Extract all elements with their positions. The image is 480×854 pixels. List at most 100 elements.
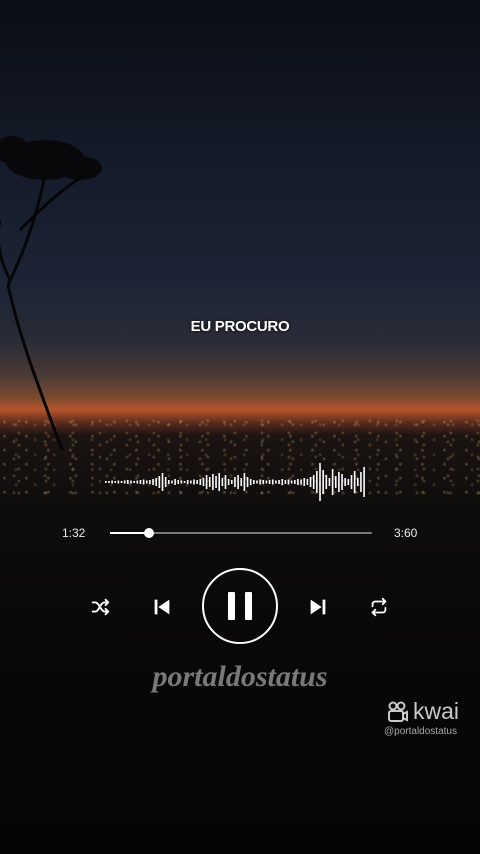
waveform-bar [268, 480, 271, 484]
waveform-bar [275, 480, 277, 484]
progress-slider[interactable] [110, 528, 372, 538]
waveform-bar [218, 473, 220, 491]
kwai-logo: kwai [386, 698, 459, 725]
waveform-bar [130, 480, 132, 484]
repeat-icon [371, 597, 387, 617]
waveform-bar [297, 479, 299, 485]
waveform-bar [202, 478, 205, 486]
shuffle-button[interactable] [88, 595, 112, 619]
waveform-bar [338, 472, 340, 492]
waveform-bar [114, 481, 117, 483]
waveform-bar [193, 479, 195, 485]
waveform-bar [306, 479, 309, 485]
waveform-bar [265, 480, 268, 484]
waveform-bar [357, 478, 359, 486]
waveform-bar [145, 480, 148, 484]
waveform-bar [259, 479, 261, 485]
waveform-bar [303, 478, 306, 486]
audio-waveform [105, 463, 365, 501]
waveform-bar [155, 478, 157, 486]
lyric-text: EU PROCURO [190, 318, 290, 335]
waveform-bar [199, 479, 202, 485]
waveform-bar [309, 477, 312, 487]
waveform-bar [344, 478, 346, 486]
waveform-bar [294, 480, 296, 484]
waveform-bar [237, 475, 239, 489]
waveform-bar [205, 475, 208, 489]
waveform-bar [161, 473, 164, 491]
waveform-bar [328, 478, 331, 486]
waveform-bar [278, 480, 280, 484]
waveform-bar [142, 479, 145, 485]
waveform-bar [120, 481, 123, 483]
waveform-bar [231, 480, 233, 484]
waveform-bar [353, 471, 356, 493]
waveform-bar [227, 479, 230, 485]
waveform-bar [322, 470, 324, 494]
skip-next-icon [310, 599, 326, 615]
elapsed-time: 1:32 [62, 526, 86, 540]
waveform-bar [149, 480, 151, 484]
waveform-bar [341, 474, 343, 490]
waveform-bar [253, 480, 255, 484]
waveform-bar [331, 469, 334, 495]
waveform-bar [212, 474, 214, 490]
pause-icon [228, 592, 252, 620]
waveform-bar [168, 480, 170, 484]
waveform-bar [316, 471, 318, 493]
previous-button[interactable] [150, 595, 174, 619]
kwai-handle: @portaldostatus [384, 726, 457, 737]
waveform-bar [325, 475, 328, 489]
next-button[interactable] [306, 595, 330, 619]
tree-silhouette [0, 136, 102, 450]
waveform-bar [360, 472, 362, 492]
waveform-bar [243, 473, 246, 491]
watermark-text: portaldostatus [152, 660, 328, 693]
waveform-bar [224, 475, 227, 489]
video-background: EU PROCURO 1:32 3:60 portaldostatus kwai… [0, 0, 480, 854]
waveform-bar [117, 480, 120, 484]
waveform-bar [186, 480, 189, 484]
progress-knob[interactable] [144, 528, 155, 538]
waveform-bar [123, 480, 126, 484]
waveform-bar [287, 479, 290, 485]
waveform-bar [133, 481, 135, 483]
waveform-bar [127, 480, 129, 484]
skip-previous-icon [154, 599, 170, 615]
waveform-bar [246, 477, 249, 487]
waveform-bar [108, 481, 110, 483]
pause-button[interactable] [202, 568, 278, 644]
waveform-bar [171, 480, 173, 484]
waveform-bar [158, 476, 161, 488]
waveform-bar [284, 480, 287, 484]
waveform-bar [363, 467, 365, 497]
waveform-bar [105, 481, 107, 483]
waveform-bar [139, 480, 142, 484]
waveform-bar [177, 480, 180, 484]
waveform-bar [319, 463, 321, 501]
waveform-bar [221, 478, 224, 486]
waveform-bar [174, 479, 176, 485]
waveform-bar [334, 476, 337, 488]
waveform-bar [196, 480, 198, 484]
shuffle-icon [91, 598, 110, 616]
waveform-bar [136, 480, 139, 484]
waveform-bar [240, 478, 243, 486]
waveform-bar [312, 475, 315, 489]
waveform-bar [215, 476, 217, 488]
waveform-bar [249, 479, 252, 485]
waveform-bar [350, 475, 353, 489]
waveform-bar [234, 477, 236, 487]
waveform-bar [347, 479, 350, 485]
waveform-bar [164, 477, 167, 487]
waveform-bar [190, 480, 192, 484]
waveform-bar [290, 480, 293, 484]
repeat-button[interactable] [367, 595, 391, 619]
waveform-bar [111, 480, 113, 484]
waveform-bar [180, 480, 183, 484]
kwai-camera-icon [388, 701, 408, 722]
total-time: 3:60 [394, 526, 418, 540]
waveform-bar [300, 479, 302, 485]
waveform-bar [256, 480, 258, 484]
waveform-bar [208, 477, 211, 487]
